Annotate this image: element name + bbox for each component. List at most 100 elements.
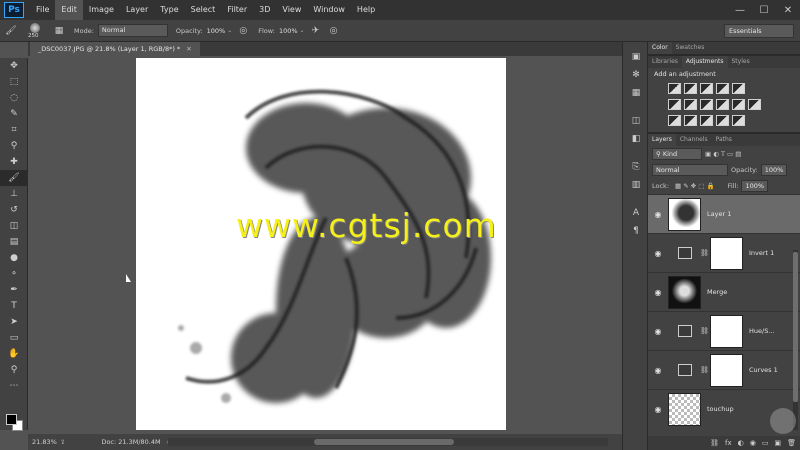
- blend-mode-select[interactable]: Normal: [652, 164, 728, 176]
- brightness-contrast-icon[interactable]: [668, 82, 681, 94]
- filter-icons[interactable]: ▣ ◐ T ▭ ▤: [705, 150, 741, 158]
- kind-filter-select[interactable]: ⚲ Kind: [652, 148, 702, 160]
- color-lookup-icon[interactable]: [748, 98, 761, 110]
- brush-tool-icon[interactable]: 🖌: [4, 24, 18, 38]
- menu-help[interactable]: Help: [351, 0, 381, 20]
- close-button[interactable]: ✕: [776, 0, 800, 20]
- character-panel-icon[interactable]: A: [623, 204, 649, 222]
- tab-swatches[interactable]: Swatches: [672, 42, 709, 54]
- pressure-size-icon[interactable]: ◎: [327, 24, 341, 38]
- eye-icon[interactable]: ◉: [648, 366, 668, 375]
- layer-comps-icon[interactable]: ▥: [623, 176, 649, 194]
- menu-window[interactable]: Window: [307, 0, 351, 20]
- path-select-tool-icon[interactable]: ➤: [0, 314, 28, 330]
- vibrance-icon[interactable]: [732, 82, 745, 94]
- eraser-tool-icon[interactable]: ◫: [0, 218, 28, 234]
- layer-row-curves-1[interactable]: ◉ ⛓ Curves 1: [648, 350, 800, 389]
- tab-paths[interactable]: Paths: [712, 134, 736, 146]
- eye-icon[interactable]: ◉: [648, 210, 668, 219]
- add-mask-icon[interactable]: ◐: [738, 439, 744, 447]
- brush-settings-icon[interactable]: ✻: [623, 66, 649, 84]
- rectangle-tool-icon[interactable]: ▭: [0, 330, 28, 346]
- mode-select[interactable]: Normal: [97, 24, 168, 37]
- menu-filter[interactable]: Filter: [221, 0, 253, 20]
- eye-icon[interactable]: ◉: [648, 249, 668, 258]
- layer-row-merge[interactable]: ◉ Merge: [648, 272, 800, 311]
- chevron-down-icon[interactable]: ⌄: [227, 27, 232, 34]
- doc-size[interactable]: Doc: 21.3M/80.4M: [101, 438, 160, 446]
- curves-icon[interactable]: [700, 82, 713, 94]
- trash-icon[interactable]: 🗑: [787, 439, 796, 447]
- brush-panel-icon[interactable]: ▦: [52, 24, 66, 38]
- new-group-icon[interactable]: ▭: [762, 439, 769, 447]
- layer-opacity-value[interactable]: 100%: [760, 164, 788, 176]
- healing-brush-tool-icon[interactable]: ✚: [0, 154, 28, 170]
- workspace-select[interactable]: Essentials: [724, 24, 794, 38]
- posterize-icon[interactable]: [684, 114, 697, 126]
- clone-stamp-tool-icon[interactable]: ⊥: [0, 186, 28, 202]
- layer-row-invert-1[interactable]: ◉ ⛓ Invert 1: [648, 233, 800, 272]
- tab-color[interactable]: Color: [648, 42, 672, 54]
- tab-libraries[interactable]: Libraries: [648, 56, 682, 68]
- share-icon[interactable]: ⇪: [60, 438, 65, 446]
- channel-mixer-icon[interactable]: [732, 98, 745, 110]
- photo-filter-icon[interactable]: [716, 98, 729, 110]
- layer-row-hue-saturation[interactable]: ◉ ⛓ Hue/S...: [648, 311, 800, 350]
- tab-layers[interactable]: Layers: [648, 134, 676, 146]
- layer-mask-thumbnail[interactable]: [710, 236, 743, 270]
- lock-icons[interactable]: ▦ ✎ ✥ ⬚ 🔒: [675, 182, 715, 190]
- new-adjustment-icon[interactable]: ◉: [750, 439, 756, 447]
- crop-tool-icon[interactable]: ⌗: [0, 122, 28, 138]
- link-icon[interactable]: ⛓: [700, 249, 709, 257]
- pressure-opacity-icon[interactable]: ◎: [236, 24, 250, 38]
- link-icon[interactable]: ⛓: [700, 327, 709, 335]
- hue-saturation-icon[interactable]: [668, 98, 681, 110]
- horizontal-scrollbar[interactable]: [168, 438, 608, 446]
- menu-layer[interactable]: Layer: [120, 0, 154, 20]
- fill-value[interactable]: 100%: [741, 180, 769, 192]
- eyedropper-tool-icon[interactable]: ⚲: [0, 138, 28, 154]
- scrollbar-thumb[interactable]: [314, 439, 454, 445]
- menu-edit[interactable]: Edit: [55, 0, 83, 20]
- exposure-icon[interactable]: [716, 82, 729, 94]
- lasso-tool-icon[interactable]: ◌: [0, 90, 28, 106]
- play-icon[interactable]: [770, 408, 796, 434]
- clone-source-icon[interactable]: ⎘: [623, 158, 649, 176]
- tab-channels[interactable]: Channels: [676, 134, 712, 146]
- properties-panel-icon[interactable]: ◫: [623, 112, 649, 130]
- paragraph-panel-icon[interactable]: ¶: [623, 222, 649, 240]
- hand-tool-icon[interactable]: ✋: [0, 346, 28, 362]
- history-brush-tool-icon[interactable]: ↺: [0, 202, 28, 218]
- layer-mask-thumbnail[interactable]: [710, 314, 743, 348]
- invert-icon[interactable]: [668, 114, 681, 126]
- brush-preset-picker[interactable]: 250: [24, 22, 48, 40]
- document-canvas[interactable]: www.cgtsj.com: [136, 58, 506, 430]
- black-white-icon[interactable]: [700, 98, 713, 110]
- layer-mask-thumbnail[interactable]: [710, 353, 743, 387]
- marquee-tool-icon[interactable]: ⬚: [0, 74, 28, 90]
- color-balance-icon[interactable]: [684, 98, 697, 110]
- brush-tool-icon[interactable]: 🖌: [0, 170, 28, 186]
- pen-tool-icon[interactable]: ✒: [0, 282, 28, 298]
- document-tab[interactable]: _DSC0037.JPG @ 21.8% (Layer 1, RGB/8*) *…: [30, 42, 200, 56]
- blur-tool-icon[interactable]: ●: [0, 250, 28, 266]
- menu-3d[interactable]: 3D: [253, 0, 276, 20]
- foreground-color-swatch[interactable]: [6, 414, 17, 425]
- close-icon[interactable]: ✕: [186, 45, 191, 53]
- menu-image[interactable]: Image: [83, 0, 120, 20]
- gradient-map-icon[interactable]: [716, 114, 729, 126]
- eye-icon[interactable]: ◉: [648, 288, 668, 297]
- quick-select-tool-icon[interactable]: ✎: [0, 106, 28, 122]
- threshold-icon[interactable]: [700, 114, 713, 126]
- maximize-button[interactable]: ☐: [752, 0, 776, 20]
- layers-scrollbar[interactable]: [793, 250, 798, 430]
- airbrush-icon[interactable]: ✈: [309, 24, 323, 38]
- more-tools-icon[interactable]: ⋯: [0, 378, 28, 394]
- link-layers-icon[interactable]: ⛓: [710, 439, 719, 447]
- history-panel-icon[interactable]: ▣: [623, 48, 649, 66]
- minimize-button[interactable]: —: [728, 0, 752, 20]
- menu-file[interactable]: File: [30, 0, 55, 20]
- scrollbar-thumb[interactable]: [793, 252, 798, 402]
- chevron-down-icon[interactable]: ⌄: [300, 27, 305, 34]
- new-layer-icon[interactable]: ▣: [774, 439, 781, 447]
